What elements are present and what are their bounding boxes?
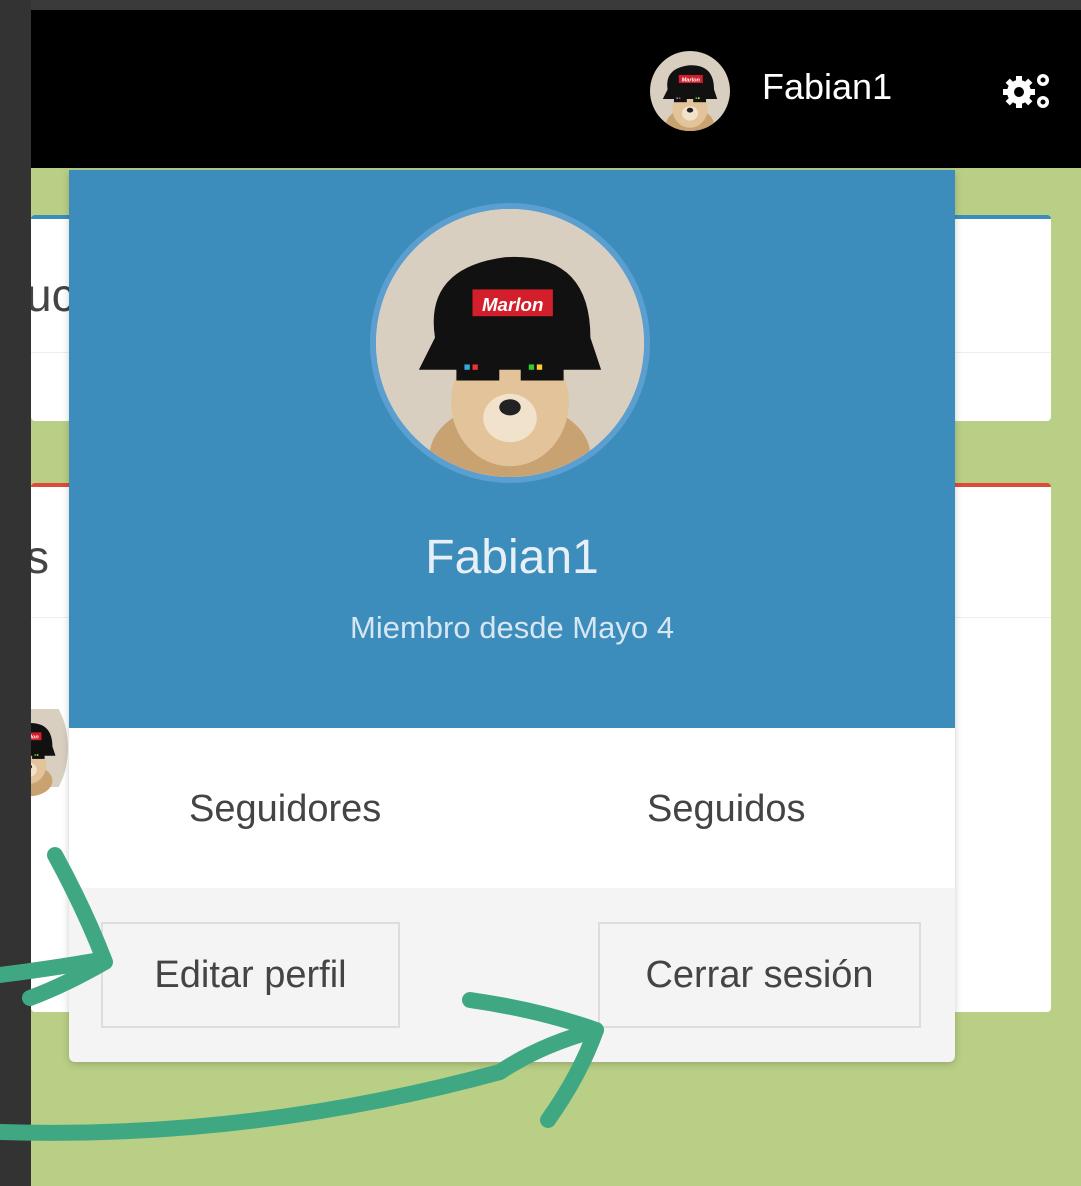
gears-icon[interactable] [1001, 70, 1055, 112]
window-frame-left [0, 0, 31, 1186]
edit-profile-button[interactable]: Editar perfil [101, 922, 400, 1028]
top-navbar [31, 10, 1081, 168]
profile-avatar [370, 203, 650, 483]
user-stats: Seguidores Seguidos [69, 728, 955, 888]
followers-link[interactable]: Seguidores [189, 788, 381, 831]
navbar-username[interactable]: Fabian1 [762, 66, 892, 108]
user-avatar-icon[interactable] [650, 51, 730, 131]
window-frame-top [0, 0, 1081, 10]
background-panel-title-fragment: uc [26, 269, 75, 321]
user-header: Fabian1 Miembro desde Mayo 4 [69, 170, 955, 728]
member-since: Miembro desde Mayo 4 [350, 610, 674, 645]
following-link[interactable]: Seguidos [647, 788, 805, 831]
logout-button[interactable]: Cerrar sesión [598, 922, 921, 1028]
user-dropdown-menu: Fabian1 Miembro desde Mayo 4 Seguidores … [69, 170, 955, 1062]
profile-username: Fabian1 [425, 531, 599, 584]
